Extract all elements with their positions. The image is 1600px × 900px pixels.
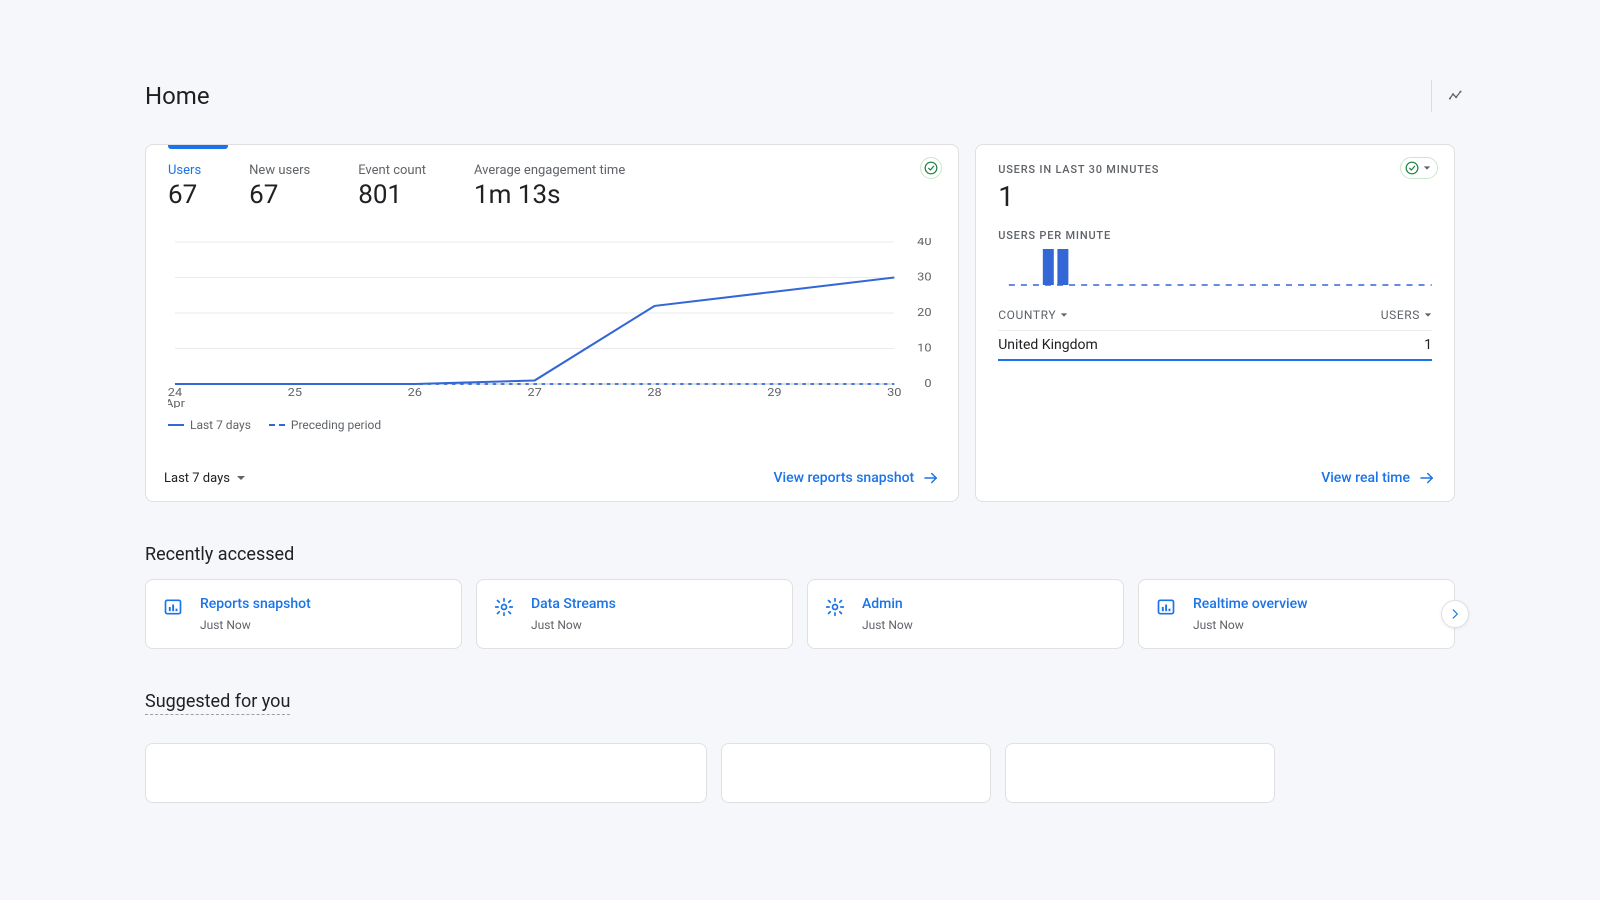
metrics-card: Users 67 New users 67 Event count 801 Average … <box>145 144 959 502</box>
metric-label: Event count <box>358 163 426 178</box>
metric-value: 801 <box>358 180 426 210</box>
svg-text:29: 29 <box>767 386 781 399</box>
bar-chart-icon <box>1155 596 1177 618</box>
recently-accessed-heading: Recently accessed <box>145 544 1455 565</box>
recent-card-title: Realtime overview <box>1193 596 1308 612</box>
metric-label: Users <box>168 163 201 178</box>
metric-label: Average engagement time <box>474 163 625 178</box>
insights-button[interactable] <box>1431 80 1463 112</box>
bar-chart-icon <box>162 596 184 618</box>
chart-legend: Last 7 days Preceding period <box>168 418 936 432</box>
metric-tab[interactable]: New users 67 <box>249 163 310 210</box>
svg-text:25: 25 <box>288 386 303 399</box>
date-range-picker[interactable]: Last 7 days <box>164 471 246 486</box>
svg-text:40: 40 <box>917 238 932 248</box>
users-label: USERS <box>1381 308 1420 322</box>
metric-value: 67 <box>249 180 310 210</box>
recently-accessed-list: Reports snapshot Just Now Data Streams Just… <box>145 579 1455 649</box>
metric-tab[interactable]: Event count 801 <box>358 163 426 210</box>
users-per-minute-chart <box>998 246 1432 292</box>
link-label: View reports snapshot <box>773 470 914 486</box>
recent-card-subtitle: Just Now <box>200 618 311 632</box>
users-cell: 1 <box>1424 337 1432 353</box>
sparkline-trend-icon <box>1448 86 1463 106</box>
svg-text:26: 26 <box>408 386 423 399</box>
legend-previous: Preceding period <box>291 418 381 432</box>
svg-text:10: 10 <box>917 341 932 354</box>
arrow-right-icon <box>1418 469 1436 487</box>
recent-card-title: Reports snapshot <box>200 596 311 612</box>
svg-text:27: 27 <box>527 386 542 399</box>
status-check-dropdown[interactable] <box>1400 157 1438 179</box>
realtime-value: 1 <box>998 180 1432 213</box>
caret-down-icon <box>1060 311 1068 319</box>
recent-card-subtitle: Just Now <box>1193 618 1308 632</box>
suggested-card[interactable] <box>721 743 991 803</box>
recent-card[interactable]: Reports snapshot Just Now <box>145 579 462 649</box>
table-row: United Kingdom 1 <box>998 330 1432 361</box>
arrow-right-icon <box>922 469 940 487</box>
recent-card[interactable]: Admin Just Now <box>807 579 1124 649</box>
view-real-time-link[interactable]: View real time <box>1321 469 1436 487</box>
users-column-header[interactable]: USERS <box>1381 308 1432 322</box>
gear-icon <box>824 596 846 618</box>
country-column-header[interactable]: COUNTRY <box>998 308 1068 322</box>
suggested-card[interactable] <box>1005 743 1275 803</box>
users-line-chart: 01020304024Apr252627282930 <box>168 238 936 408</box>
metric-value: 67 <box>168 180 201 210</box>
recent-card[interactable]: Realtime overview Just Now <box>1138 579 1455 649</box>
svg-text:Apr: Apr <box>168 397 185 408</box>
country-label: COUNTRY <box>998 308 1056 322</box>
active-tab-indicator <box>168 145 228 149</box>
country-cell: United Kingdom <box>998 337 1098 353</box>
date-range-label: Last 7 days <box>164 471 230 486</box>
page-title: Home <box>145 82 210 110</box>
recent-card-title: Data Streams <box>531 596 616 612</box>
realtime-heading: USERS IN LAST 30 MINUTES <box>998 163 1432 176</box>
realtime-card: USERS IN LAST 30 MINUTES 1 USERS PER MIN… <box>975 144 1455 502</box>
svg-text:30: 30 <box>887 386 902 399</box>
legend-current: Last 7 days <box>190 418 251 432</box>
suggested-heading: Suggested for you <box>145 691 290 715</box>
metric-value: 1m 13s <box>474 180 625 210</box>
svg-text:28: 28 <box>647 386 662 399</box>
caret-down-icon <box>1423 164 1431 172</box>
svg-text:20: 20 <box>917 306 932 319</box>
check-circle-icon <box>1405 161 1419 175</box>
suggested-list <box>145 743 1455 803</box>
scroll-right-button[interactable] <box>1441 600 1469 628</box>
chevron-right-icon <box>1448 607 1462 621</box>
metric-label: New users <box>249 163 310 178</box>
link-label: View real time <box>1321 470 1410 486</box>
recent-card-title: Admin <box>862 596 913 612</box>
svg-text:30: 30 <box>917 270 932 283</box>
metric-tab[interactable]: Users 67 <box>168 163 201 210</box>
caret-down-icon <box>1424 311 1432 319</box>
users-per-minute-heading: USERS PER MINUTE <box>998 229 1432 242</box>
gear-icon <box>493 596 515 618</box>
svg-text:0: 0 <box>924 377 932 390</box>
suggested-card[interactable] <box>145 743 707 803</box>
recent-card[interactable]: Data Streams Just Now <box>476 579 793 649</box>
metric-tab[interactable]: Average engagement time 1m 13s <box>474 163 625 210</box>
caret-down-icon <box>236 473 246 483</box>
recent-card-subtitle: Just Now <box>531 618 616 632</box>
recent-card-subtitle: Just Now <box>862 618 913 632</box>
view-reports-snapshot-link[interactable]: View reports snapshot <box>773 469 940 487</box>
